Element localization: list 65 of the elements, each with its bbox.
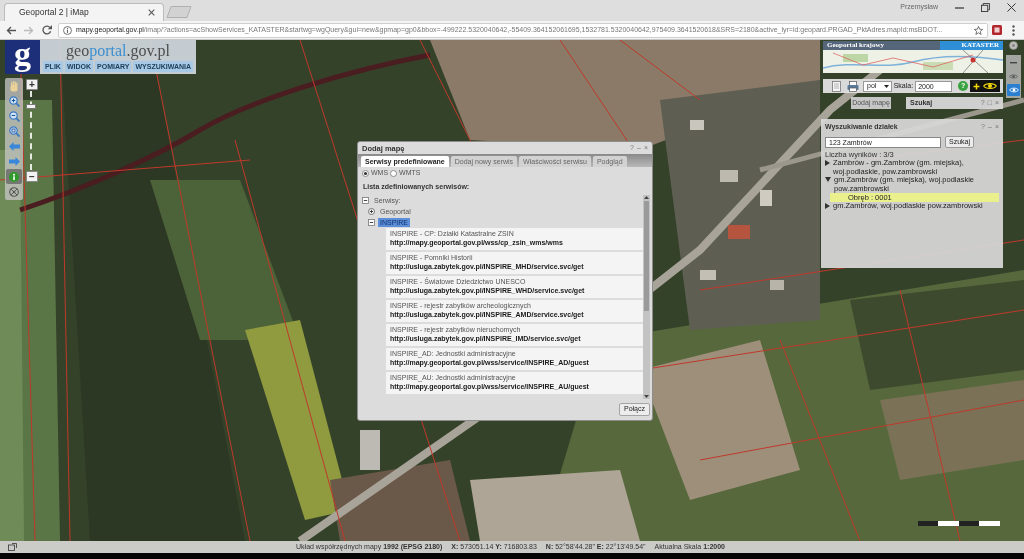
building (360, 430, 380, 470)
collapse-icon[interactable] (362, 196, 369, 204)
eye-icon (1008, 87, 1019, 93)
wheel-tool-button[interactable] (6, 184, 22, 199)
zoom-in-button[interactable]: + (26, 79, 38, 90)
layer-visibility-button[interactable] (970, 80, 1000, 92)
eye-icon (983, 82, 997, 90)
wheel-icon (9, 186, 19, 197)
collapse-icon[interactable] (368, 218, 375, 226)
logo: g (5, 40, 40, 74)
info-icon (9, 171, 19, 182)
arrow-left-icon (6, 25, 16, 35)
close-icon (1006, 3, 1016, 12)
zoom-out-icon (8, 111, 20, 122)
info-icon[interactable] (63, 25, 72, 35)
browser-tab[interactable]: Geoportal 2 | iMap (4, 3, 164, 21)
visibility-button[interactable] (1007, 84, 1020, 96)
printer-icon (847, 80, 859, 92)
caret-down-icon[interactable] (825, 177, 831, 182)
minus-icon (1010, 62, 1017, 64)
arrow-right-icon (8, 157, 20, 166)
info-tool-button[interactable] (6, 169, 22, 184)
restore-icon (980, 3, 990, 12)
eye-button[interactable] (1007, 71, 1020, 81)
window-icon[interactable] (8, 543, 17, 551)
reload-button[interactable] (40, 23, 54, 37)
minimize-icon (954, 6, 964, 9)
zoom-out-button[interactable]: − (26, 171, 38, 182)
zoom-slider-track[interactable] (29, 91, 35, 170)
zoom-out-tool-button[interactable] (6, 109, 22, 124)
scroll-up-icon[interactable] (644, 196, 649, 199)
arrow-left-icon (8, 142, 20, 151)
brand-name: geoportal.gov.pl (66, 41, 170, 60)
expand-icon[interactable] (368, 207, 375, 215)
building (728, 225, 750, 239)
scroll-down-icon[interactable] (644, 395, 649, 398)
zoom-in-tool-button[interactable] (6, 94, 22, 109)
more-icon (1011, 24, 1015, 36)
document-icon (832, 80, 841, 92)
bookmark-star-icon[interactable] (974, 25, 983, 35)
building (720, 170, 738, 182)
scale-bar-icon (918, 521, 1000, 526)
radio-button[interactable] (362, 170, 369, 177)
building (770, 280, 784, 290)
radio-button[interactable] (390, 170, 398, 177)
building (690, 120, 704, 130)
plus-icon (973, 82, 980, 90)
zoom-slider-thumb[interactable] (25, 104, 36, 110)
print-button[interactable] (845, 80, 861, 92)
arrow-right-icon (24, 25, 34, 35)
document-button[interactable] (830, 80, 843, 92)
scrollbar-thumb[interactable] (644, 201, 649, 311)
magnifier-icon (8, 126, 20, 137)
caret-right-icon[interactable] (825, 203, 830, 209)
target-icon[interactable] (1009, 41, 1018, 50)
hand-icon (9, 81, 19, 92)
caret-right-icon[interactable] (825, 160, 830, 166)
extension-icon[interactable] (992, 25, 1002, 35)
building (760, 190, 772, 206)
building (700, 270, 716, 280)
eye-icon (1009, 73, 1018, 79)
close-icon[interactable] (148, 9, 155, 16)
caret-down-icon (883, 84, 889, 88)
reload-icon (42, 25, 52, 35)
zoom-in-icon (8, 96, 20, 107)
